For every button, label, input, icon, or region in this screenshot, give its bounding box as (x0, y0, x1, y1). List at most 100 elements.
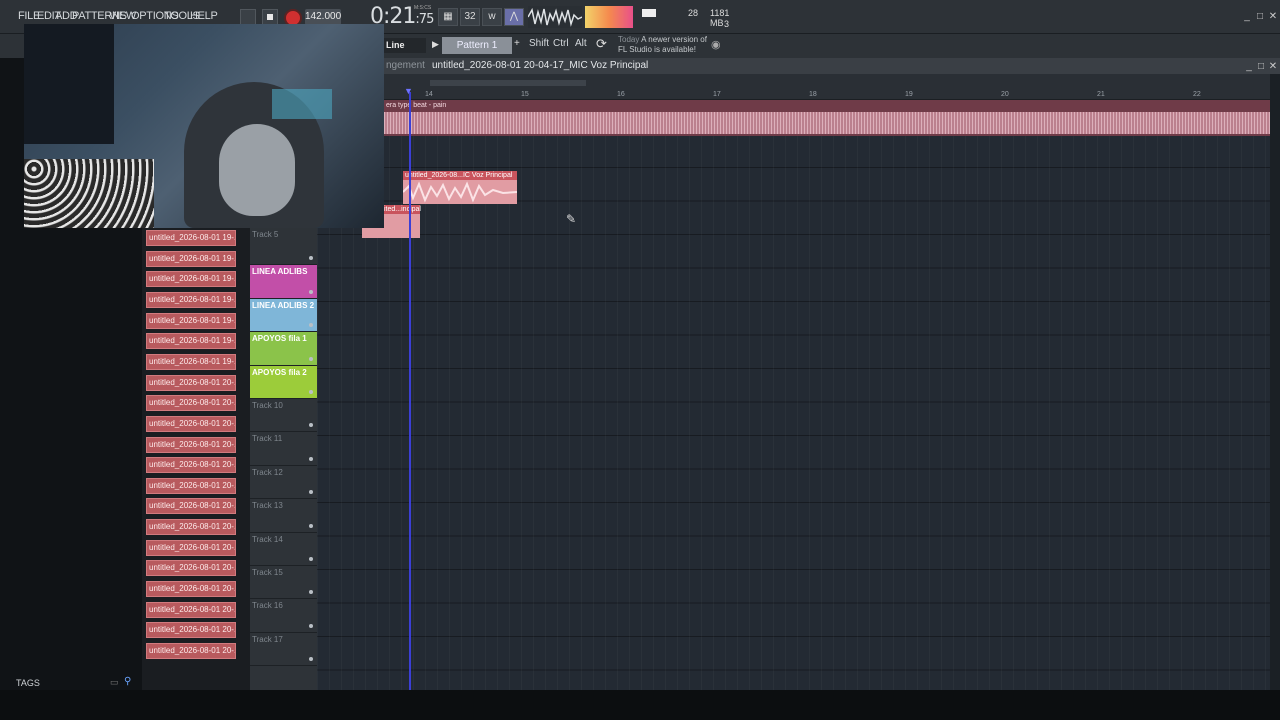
bar-number: 17 (713, 91, 721, 98)
step-icon[interactable]: 32 (460, 8, 480, 26)
timeline-ruler[interactable] (384, 74, 1270, 100)
clip-list-item[interactable]: untitled_2026-08-01 20-... (146, 395, 236, 412)
track-name: Track 5 (252, 230, 279, 239)
timeline-scrollbar[interactable] (430, 80, 586, 86)
clip-list-item[interactable]: untitled_2026-08-01 20-... (146, 498, 236, 515)
close-icon[interactable]: ✕ (1268, 12, 1278, 22)
track-toggle-icon[interactable] (309, 356, 313, 361)
clip-list-item[interactable]: untitled_2026-08-01 19-... (146, 250, 236, 267)
clip-list-item[interactable]: untitled_2026-08-01 20-... (146, 539, 236, 556)
tempo-display[interactable]: 142.000 (305, 9, 341, 25)
audio-clip-voz-principal[interactable]: untitled_2026-08...IC Voz Principal (403, 171, 517, 204)
globe-icon[interactable]: ◉ (711, 38, 721, 51)
metronome-icon[interactable]: ⋀ (504, 8, 524, 26)
clip-waveform (403, 181, 517, 203)
clip-list-item[interactable]: untitled_2026-08-01 19-... (146, 333, 236, 350)
search-icon[interactable]: ⚲ (124, 676, 131, 687)
clip-list-item[interactable]: untitled_2026-08-01 20-... (146, 560, 236, 577)
playlist-title-prefix: ngement (386, 60, 425, 71)
track-toggle-icon[interactable] (309, 590, 313, 595)
track-header[interactable]: Track 17 (250, 633, 317, 667)
pattern-selector[interactable]: Pattern 1 (442, 37, 512, 54)
track-toggle-icon[interactable] (309, 623, 313, 628)
piano-roll-icon[interactable]: ▦ (438, 8, 458, 26)
track-toggle-icon[interactable] (309, 523, 313, 528)
clip-list-item[interactable]: untitled_2026-08-01 19-... (146, 230, 236, 246)
track-toggle-icon[interactable] (309, 423, 313, 428)
bar-number: 22 (1193, 91, 1201, 98)
bar-number: 18 (809, 91, 817, 98)
playlist-title[interactable]: untitled_2026-08-01 20-04-17_MIC Voz Pri… (432, 60, 648, 71)
clip-list-item[interactable]: untitled_2026-08-01 20-... (146, 457, 236, 474)
track-toggle-icon[interactable] (309, 323, 313, 328)
clip-list-item[interactable]: untitled_2026-08-01 20-... (146, 622, 236, 639)
track-header[interactable]: Track 13 (250, 499, 317, 533)
audio-waveform (384, 112, 1270, 134)
time-sub: 75 (418, 12, 435, 27)
polyphony-value: 3 (724, 19, 730, 29)
playhead-marker-icon[interactable]: ▼ (404, 86, 413, 96)
track-header[interactable]: Track 16 (250, 599, 317, 633)
folder-icon[interactable]: ▭ (110, 677, 119, 688)
clip-list-item[interactable]: untitled_2026-08-01 19-... (146, 291, 236, 308)
track-toggle-icon[interactable] (309, 657, 313, 662)
news-panel[interactable]: Today A newer version of FL Studio is av… (618, 35, 718, 55)
cpu-bar (642, 9, 656, 17)
snap-selector[interactable]: Line (384, 38, 426, 53)
clip-list-item[interactable]: untitled_2026-08-01 20-... (146, 436, 236, 453)
minimize-icon[interactable]: _ (1242, 12, 1252, 22)
track-header[interactable]: Track 10 (250, 399, 317, 433)
clip-list-item[interactable]: untitled_2026-08-01 20-... (146, 643, 236, 659)
clip-list-item[interactable]: untitled_2026-08-01 20-... (146, 601, 236, 618)
track-header[interactable]: APOYOS fila 2 (250, 365, 317, 399)
bar-number: 15 (521, 91, 529, 98)
stop-button[interactable] (262, 9, 278, 25)
track-toggle-icon[interactable] (309, 456, 313, 461)
light-panel (272, 89, 332, 119)
add-pattern-icon[interactable]: + (514, 38, 520, 49)
news-icon[interactable]: ⟳ (596, 36, 607, 52)
play-button[interactable] (240, 9, 256, 25)
clip-list-item[interactable]: untitled_2026-08-01 19-... (146, 312, 236, 329)
menu-help[interactable]: HELP (190, 10, 218, 22)
track-header[interactable]: APOYOS fila 1 (250, 332, 317, 366)
clip-list-item[interactable]: untitled_2026-08-01 20-... (146, 519, 236, 536)
maximize-icon[interactable]: □ (1255, 12, 1265, 22)
playlist-close-icon[interactable]: ✕ (1268, 62, 1278, 72)
track-name: Track 13 (252, 501, 283, 511)
track-header[interactable]: Track 14 (250, 533, 317, 566)
track-toggle-icon[interactable] (309, 289, 313, 294)
clip-list-item[interactable]: untitled_2026-08-01 19-... (146, 353, 236, 370)
alt-key-button[interactable]: Alt (575, 38, 587, 49)
track-header[interactable]: Track 11 (250, 432, 317, 466)
peak-meter (585, 6, 633, 28)
playhead[interactable] (409, 92, 411, 690)
ctrl-key-button[interactable]: Ctrl (553, 38, 569, 49)
news-when: Today (618, 35, 640, 44)
audio-clip-beat-label: era type beat - pain (386, 102, 447, 109)
track-name: Track 15 (252, 568, 283, 577)
tags-label[interactable]: TAGS (16, 678, 40, 688)
bottom-strip (0, 690, 1280, 720)
clip-list-item[interactable]: untitled_2026-08-01 20-... (146, 415, 236, 432)
track-header[interactable]: Track 15 (250, 566, 317, 600)
track-toggle-icon[interactable] (309, 256, 313, 260)
play-arrow-icon[interactable]: ▶ (432, 39, 439, 50)
track-header[interactable]: LINEA ADLIBS 2 (250, 298, 317, 333)
wait-icon[interactable]: w (482, 8, 502, 26)
track-toggle-icon[interactable] (309, 490, 313, 495)
playlist-maximize-icon[interactable]: □ (1256, 62, 1266, 72)
track-header[interactable]: Track 5 (250, 228, 317, 265)
clip-list-item[interactable]: untitled_2026-08-01 20-... (146, 581, 236, 598)
playlist-minimize-icon[interactable]: _ (1244, 62, 1254, 72)
clip-list-item[interactable]: untitled_2026-08-01 20-... (146, 374, 236, 391)
track-header[interactable]: LINEA ADLIBS (250, 265, 317, 299)
track-toggle-icon[interactable] (309, 389, 313, 394)
clip-list-item[interactable]: untitled_2026-08-01 19-... (146, 271, 236, 288)
memory-value: 1181 MB (710, 8, 730, 28)
track-toggle-icon[interactable] (309, 556, 313, 561)
track-header[interactable]: Track 12 (250, 466, 317, 500)
shift-key-button[interactable]: Shift (529, 38, 549, 49)
clip-label: ited...incipal (384, 206, 421, 213)
clip-list-item[interactable]: untitled_2026-08-01 20-... (146, 477, 236, 494)
